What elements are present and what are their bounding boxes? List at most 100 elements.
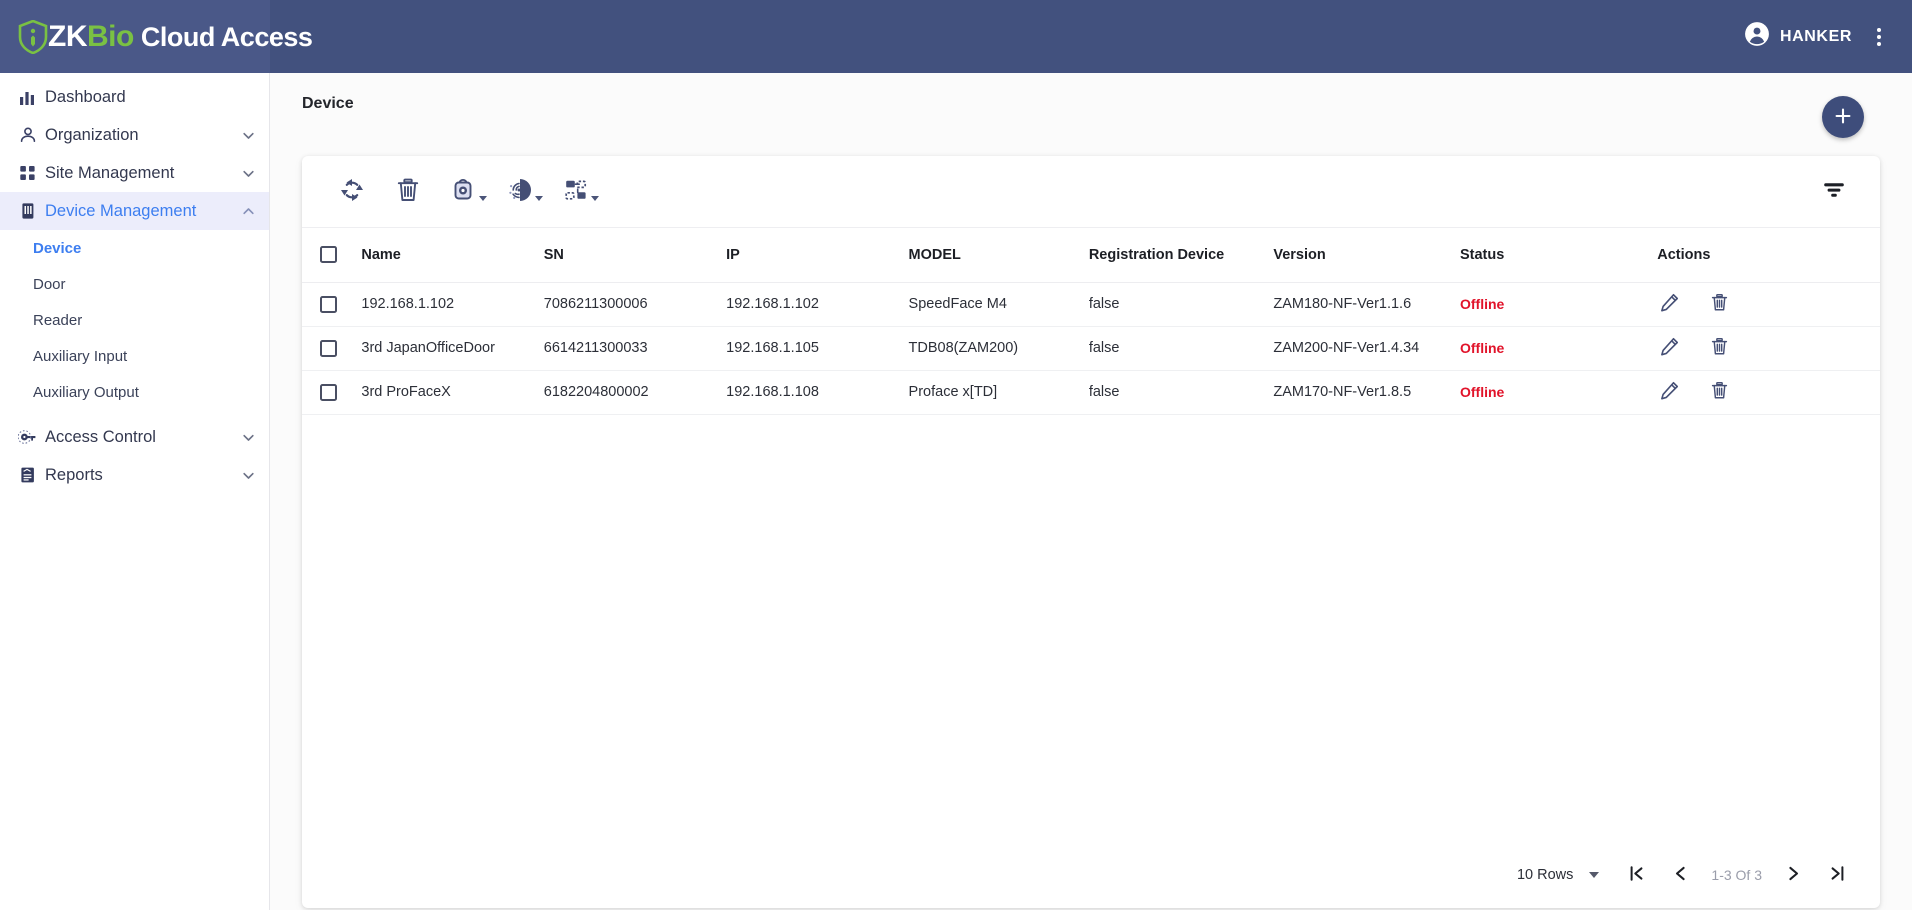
cell-status: Offline: [1459, 370, 1658, 415]
device-capture-icon: [449, 175, 479, 208]
column-header-name[interactable]: Name: [361, 228, 544, 283]
row-checkbox[interactable]: [320, 383, 337, 401]
device-settings-button[interactable]: [492, 164, 548, 220]
cell-ip: 192.168.1.102: [726, 282, 909, 327]
add-device-button[interactable]: [1822, 96, 1864, 138]
filter-funnel-icon: [1821, 177, 1847, 206]
sidebar-subitem-label: Auxiliary Output: [33, 383, 139, 401]
cell-sn: 6614211300033: [543, 326, 727, 371]
key-icon: [18, 427, 38, 447]
row-select-cell: [302, 282, 362, 327]
select-all-checkbox[interactable]: [320, 246, 337, 264]
rows-per-page-select[interactable]: 10 Rows: [1516, 867, 1600, 883]
main-content: Device Name SN IP MODEL Registration Dev…: [270, 73, 1912, 910]
brand-logo[interactable]: ZKBio Cloud Access: [0, 0, 313, 73]
sidebar-item-site-management[interactable]: Site Management: [0, 154, 269, 192]
delete-row-button[interactable]: [1707, 336, 1731, 360]
device-rack-icon: [18, 201, 38, 221]
sidebar-subitem-label: Reader: [33, 311, 83, 329]
chevron-down-icon: [242, 167, 255, 180]
chevron-down-icon: [242, 469, 255, 482]
cell-name: 3rd ProFaceX: [361, 370, 544, 415]
kebab-dot: [1877, 34, 1881, 39]
transfer-data-button[interactable]: [548, 164, 604, 220]
column-header-ip[interactable]: IP: [726, 228, 909, 283]
row-checkbox[interactable]: [320, 339, 337, 357]
rows-per-page-label: 10 Rows: [1516, 867, 1574, 883]
sidebar-item-label: Site Management: [45, 163, 175, 182]
cell-sn: 7086211300006: [543, 282, 727, 327]
cell-registration-device: false: [1088, 282, 1274, 327]
delete-trash-icon: [1709, 336, 1730, 360]
column-header-version[interactable]: Version: [1273, 228, 1460, 283]
sidebar-item-dashboard[interactable]: Dashboard: [0, 78, 269, 116]
page-header: Device: [270, 73, 1912, 135]
plus-icon: [1832, 105, 1854, 130]
bar-chart-icon: [18, 87, 38, 107]
table-body: 192.168.1.102 7086211300006 192.168.1.10…: [302, 282, 1880, 415]
chevron-down-icon: [479, 195, 487, 201]
prev-page-button[interactable]: [1659, 854, 1701, 896]
first-page-button[interactable]: [1615, 854, 1657, 896]
refresh-sync-button[interactable]: [324, 164, 380, 220]
edit-row-button[interactable]: [1657, 292, 1681, 316]
cell-actions: [1657, 370, 1880, 415]
pencil-edit-icon: [1659, 336, 1680, 360]
fingerprint-gear-icon: [505, 175, 535, 208]
sidebar-item-label: Reports: [45, 465, 103, 484]
column-header-model[interactable]: MODEL: [908, 228, 1089, 283]
filter-button[interactable]: [1812, 170, 1856, 214]
status-badge: Offline: [1459, 295, 1505, 312]
column-header-registration-device[interactable]: Registration Device: [1088, 228, 1274, 283]
brand-product: Cloud Access: [140, 21, 313, 52]
report-document-icon: [18, 465, 38, 485]
cell-sn: 6182204800002: [543, 370, 727, 415]
edit-row-button[interactable]: [1657, 336, 1681, 360]
user-menu[interactable]: HANKER: [1744, 21, 1852, 52]
user-name-label: HANKER: [1779, 27, 1852, 45]
more-options-icon[interactable]: [1862, 20, 1896, 54]
last-page-icon: [1828, 864, 1847, 886]
row-checkbox[interactable]: [320, 295, 337, 313]
chevron-up-icon: [242, 205, 255, 218]
shield-logo-icon: [18, 19, 48, 54]
edit-row-button[interactable]: [1657, 380, 1681, 404]
sidebar-item-organization[interactable]: Organization: [0, 116, 269, 154]
delete-trash-icon: [393, 175, 423, 208]
sidebar-subitem-reader[interactable]: Reader: [0, 302, 269, 338]
sidebar-subitem-auxiliary-input[interactable]: Auxiliary Input: [0, 338, 269, 374]
cell-model: TDB08(ZAM200): [908, 326, 1089, 371]
table-row[interactable]: 3rd JapanOfficeDoor 6614211300033 192.16…: [302, 326, 1880, 371]
sidebar-subitem-label: Device: [33, 239, 82, 257]
app-header: ZKBio Cloud Access HANKER: [0, 0, 1912, 73]
sidebar-item-access-control[interactable]: Access Control: [0, 418, 269, 456]
cell-version: ZAM200-NF-Ver1.4.34: [1273, 326, 1460, 371]
sidebar-item-device-management[interactable]: Device Management: [0, 192, 269, 230]
cell-ip: 192.168.1.105: [726, 326, 909, 371]
device-capture-button[interactable]: [436, 164, 492, 220]
delete-row-button[interactable]: [1707, 380, 1731, 404]
device-table-card: Name SN IP MODEL Registration Device Ver…: [302, 156, 1880, 908]
sidebar-subitem-auxiliary-output[interactable]: Auxiliary Output: [0, 374, 269, 410]
sidebar-subitem-device[interactable]: Device: [0, 230, 269, 266]
cell-model: Proface x[TD]: [908, 370, 1089, 415]
sidebar-item-reports[interactable]: Reports: [0, 456, 269, 494]
delete-button[interactable]: [380, 164, 436, 220]
row-select-cell: [302, 370, 362, 415]
sidebar: Dashboard Organization Site Management D…: [0, 73, 270, 910]
device-table-container: Name SN IP MODEL Registration Device Ver…: [302, 228, 1880, 842]
table-row[interactable]: 3rd ProFaceX 6182204800002 192.168.1.108…: [302, 370, 1880, 415]
chevron-down-icon: [591, 195, 599, 201]
column-header-status[interactable]: Status: [1459, 228, 1658, 283]
cell-name: 3rd JapanOfficeDoor: [361, 326, 544, 371]
kebab-dot: [1877, 41, 1881, 46]
table-row[interactable]: 192.168.1.102 7086211300006 192.168.1.10…: [302, 282, 1880, 327]
sidebar-subitem-door[interactable]: Door: [0, 266, 269, 302]
next-page-button[interactable]: [1772, 854, 1814, 896]
row-select-cell: [302, 326, 362, 371]
delete-row-button[interactable]: [1707, 292, 1731, 316]
last-page-button[interactable]: [1816, 854, 1858, 896]
column-header-sn[interactable]: SN: [543, 228, 727, 283]
delete-trash-icon: [1709, 380, 1730, 404]
